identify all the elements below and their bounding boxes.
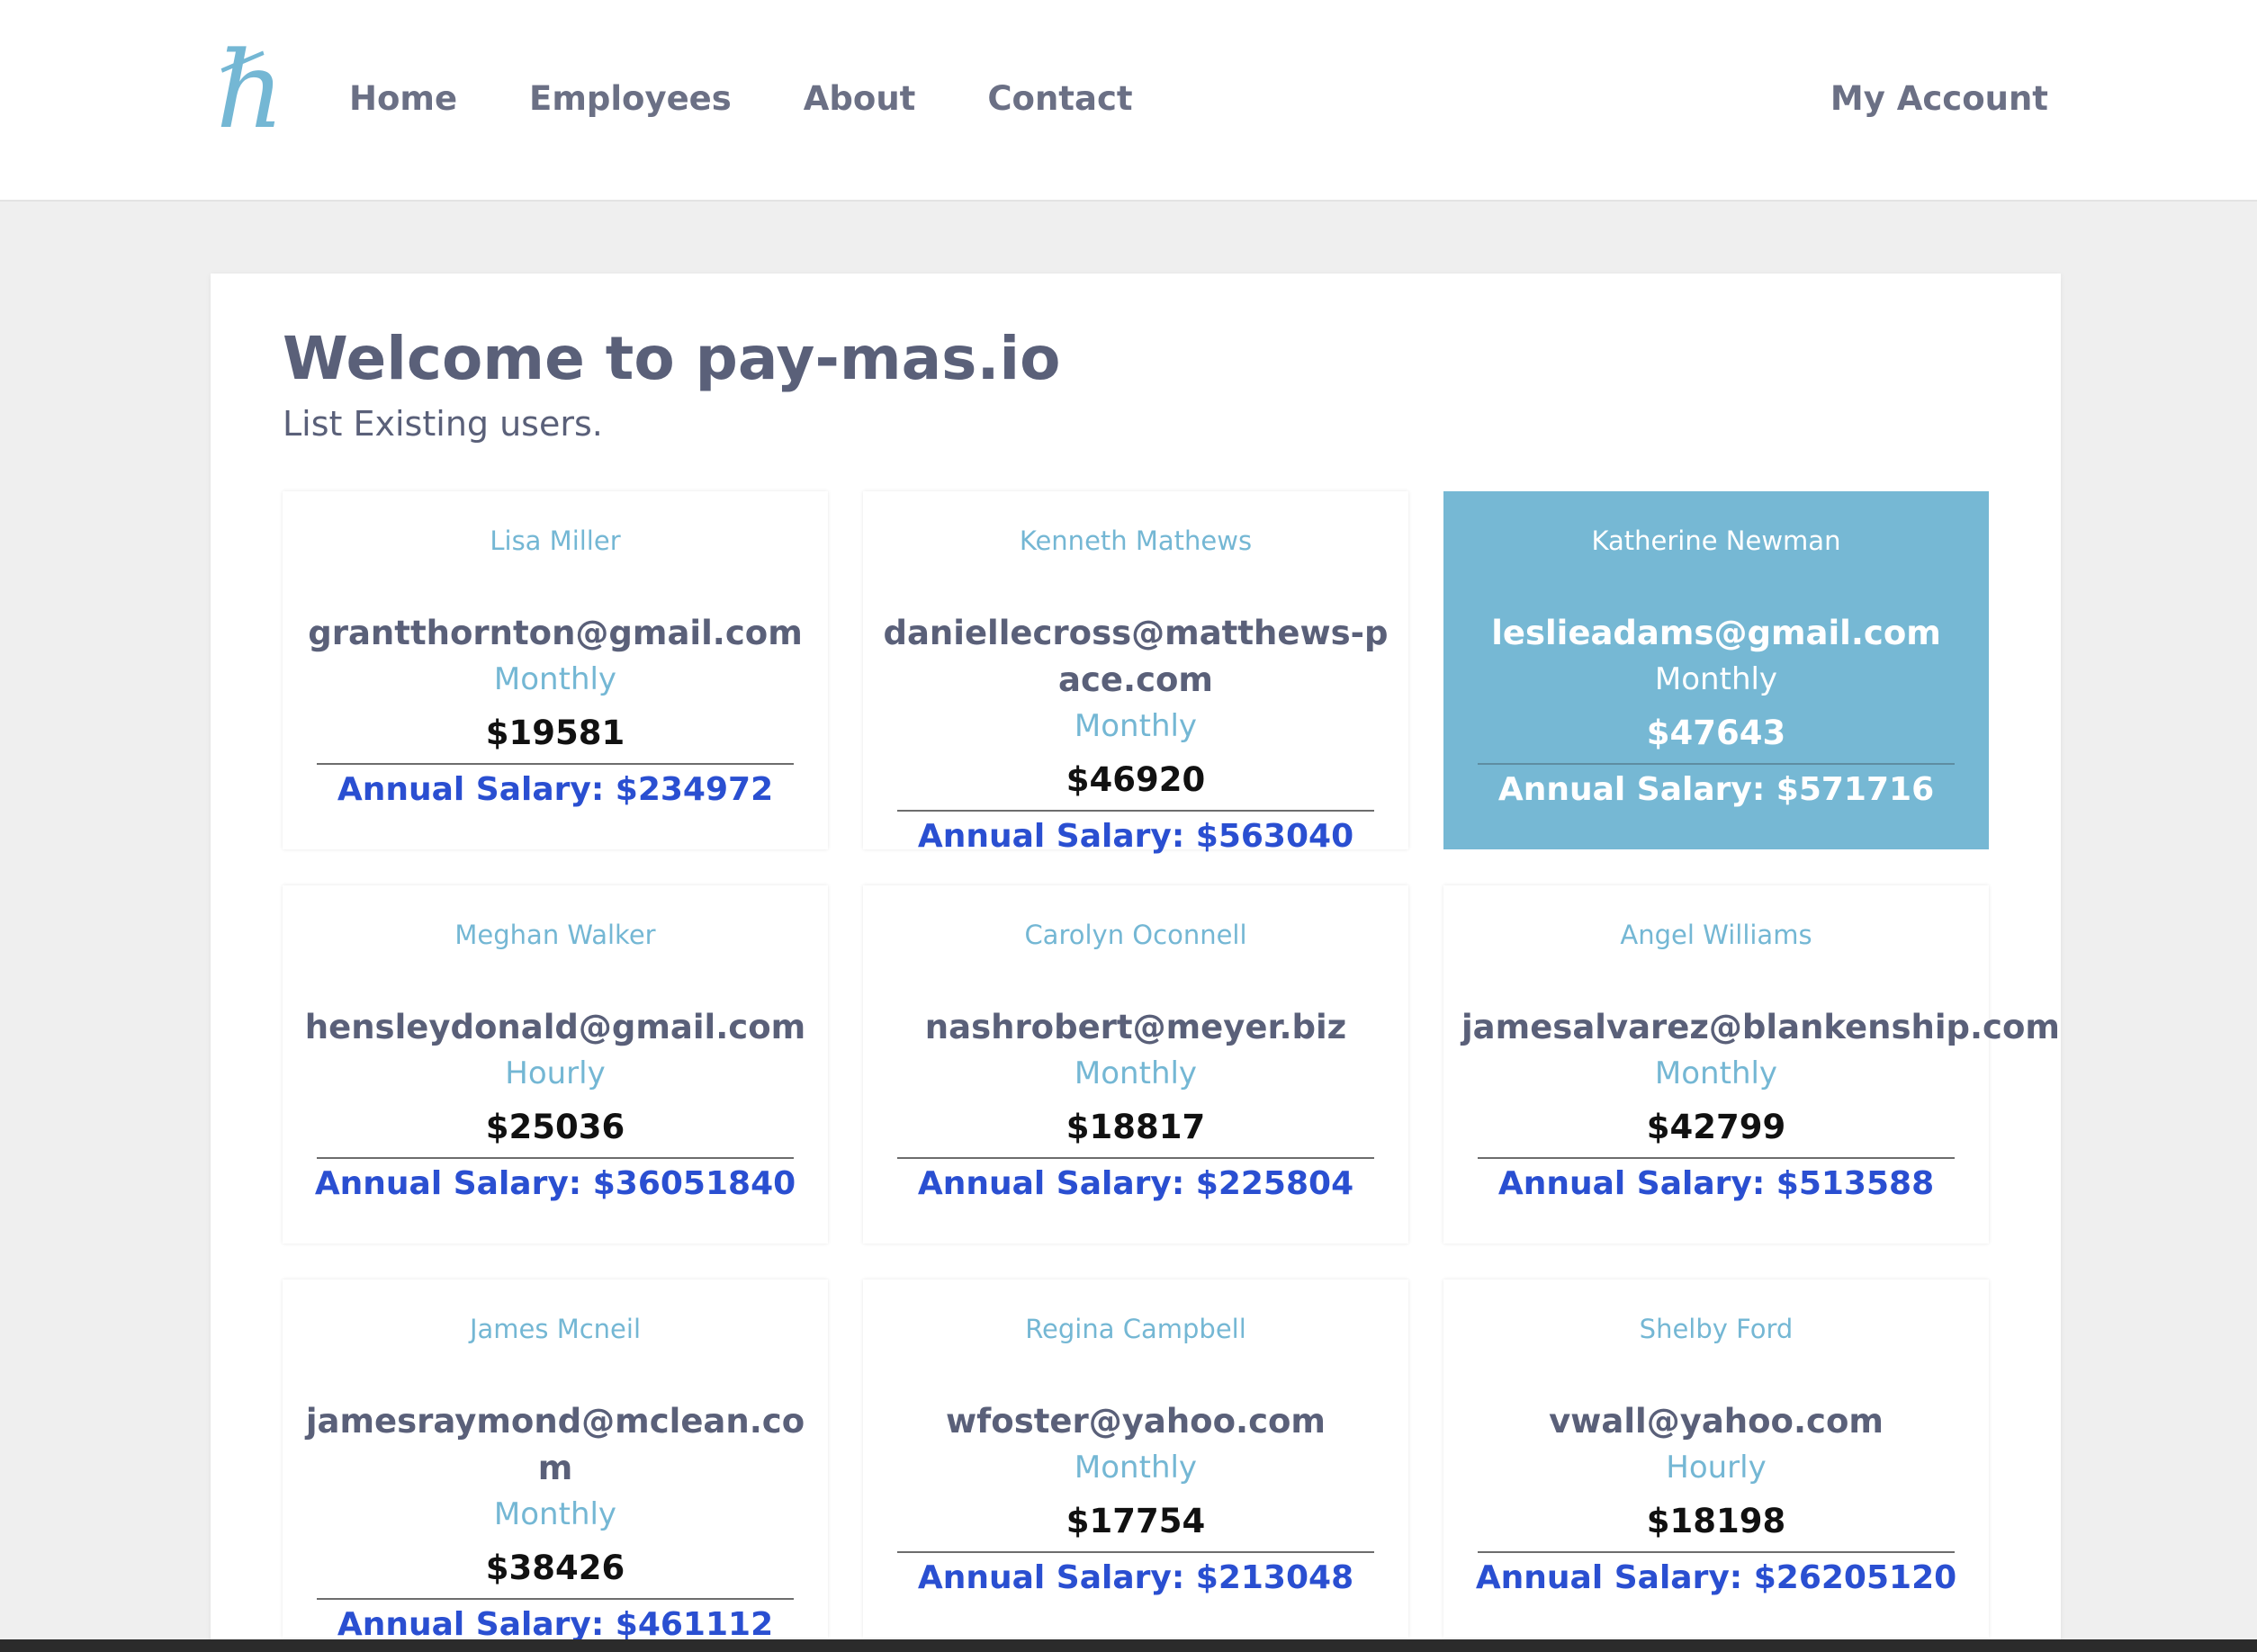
- pay-frequency: Monthly: [1654, 1055, 1778, 1091]
- pay-frequency: Hourly: [1666, 1450, 1767, 1486]
- pay-amount: $18198: [1646, 1502, 1786, 1540]
- pay-amount: $46920: [1066, 760, 1206, 799]
- my-account-link[interactable]: My Account: [1830, 76, 2048, 122]
- employee-grid: Lisa Miller grantthornton@gmail.com Mont…: [283, 491, 2060, 1643]
- employee-card[interactable]: James Mcneil jamesraymond@mclean.com Mon…: [283, 1279, 828, 1643]
- employee-email: leslieadams@gmail.com: [1491, 614, 1941, 652]
- employee-email: nashrobert@meyer.biz: [924, 1008, 1347, 1046]
- employee-email: jamesraymond@mclean.com: [305, 1402, 805, 1487]
- employee-card[interactable]: Angel Williams jamesalvarez@blankenship.…: [1443, 885, 2060, 1243]
- employee-name: Katherine Newman: [1591, 525, 1841, 556]
- employee-name: Regina Campbell: [1025, 1314, 1246, 1344]
- annual-salary: Annual Salary: $36051840: [314, 1165, 796, 1202]
- pay-frequency: Monthly: [1654, 661, 1778, 697]
- employee-email: hensleydonald@gmail.com: [304, 1008, 806, 1046]
- pay-amount: $17754: [1066, 1502, 1206, 1540]
- pay-frequency: Monthly: [493, 1496, 617, 1532]
- pay-frequency: Monthly: [493, 661, 617, 697]
- employee-email: grantthornton@gmail.com: [308, 614, 803, 652]
- pay-amount: $19581: [485, 714, 625, 752]
- employee-name: Carolyn Oconnell: [1024, 920, 1247, 950]
- annual-salary: Annual Salary: $225804: [917, 1165, 1354, 1202]
- employee-card-selected[interactable]: Katherine Newman leslieadams@gmail.com M…: [1443, 491, 1989, 849]
- main-nav: Home Employees About Contact: [349, 76, 1205, 122]
- page-title: Welcome to pay-mas.io: [283, 324, 1061, 393]
- pay-amount: $42799: [1646, 1108, 1786, 1146]
- pay-amount: $25036: [485, 1108, 625, 1146]
- employee-email: jamesalvarez@blankenship.com: [1461, 1008, 2060, 1046]
- pay-frequency: Monthly: [1074, 1055, 1198, 1091]
- employee-name: James Mcneil: [469, 1314, 642, 1344]
- employee-name: Lisa Miller: [490, 525, 621, 556]
- employee-email: wfoster@yahoo.com: [946, 1402, 1326, 1441]
- pay-frequency: Monthly: [1074, 708, 1198, 744]
- annual-salary: Annual Salary: $513588: [1497, 1165, 1935, 1202]
- page-subtitle: List Existing users.: [283, 404, 603, 444]
- employee-name: Meghan Walker: [454, 920, 656, 950]
- employee-card[interactable]: Kenneth Mathews daniellecross@matthews-p…: [863, 491, 1408, 855]
- brand-logo-icon[interactable]: ℏ: [216, 36, 288, 144]
- nav-link-employees[interactable]: Employees: [529, 76, 732, 122]
- pay-amount: $38426: [485, 1549, 625, 1587]
- nav-link-contact[interactable]: Contact: [987, 76, 1132, 122]
- employee-name: Kenneth Mathews: [1019, 525, 1253, 556]
- annual-salary: Annual Salary: $213048: [917, 1559, 1354, 1596]
- employee-name: Angel Williams: [1620, 920, 1812, 950]
- main-panel: Welcome to pay-mas.io List Existing user…: [211, 274, 2061, 1652]
- nav-link-home[interactable]: Home: [349, 76, 457, 122]
- annual-salary: Annual Salary: $234972: [337, 771, 774, 808]
- employee-email: vwall@yahoo.com: [1549, 1402, 1884, 1441]
- employee-email: daniellecross@matthews-pace.com: [883, 614, 1389, 699]
- annual-salary: Annual Salary: $563040: [917, 818, 1354, 855]
- employee-card[interactable]: Carolyn Oconnell nashrobert@meyer.biz Mo…: [863, 885, 1408, 1243]
- employee-card[interactable]: Lisa Miller grantthornton@gmail.com Mont…: [283, 491, 828, 849]
- pay-frequency: Monthly: [1074, 1450, 1198, 1486]
- annual-salary: Annual Salary: $571716: [1497, 771, 1935, 808]
- pay-amount: $18817: [1066, 1108, 1206, 1146]
- employee-name: Shelby Ford: [1639, 1314, 1794, 1344]
- annual-salary: Annual Salary: $26205120: [1475, 1559, 1957, 1596]
- employee-card[interactable]: Meghan Walker hensleydonald@gmail.com Ho…: [283, 885, 828, 1243]
- top-navbar: ℏ Home Employees About Contact My Accoun…: [0, 0, 2257, 202]
- employee-card[interactable]: Shelby Ford vwall@yahoo.com Hourly $1819…: [1443, 1279, 1989, 1638]
- window-bottom-edge: [0, 1639, 2257, 1652]
- nav-link-about[interactable]: About: [804, 76, 916, 122]
- employee-card[interactable]: Regina Campbell wfoster@yahoo.com Monthl…: [863, 1279, 1408, 1638]
- pay-frequency: Hourly: [505, 1055, 606, 1091]
- pay-amount: $47643: [1646, 714, 1786, 752]
